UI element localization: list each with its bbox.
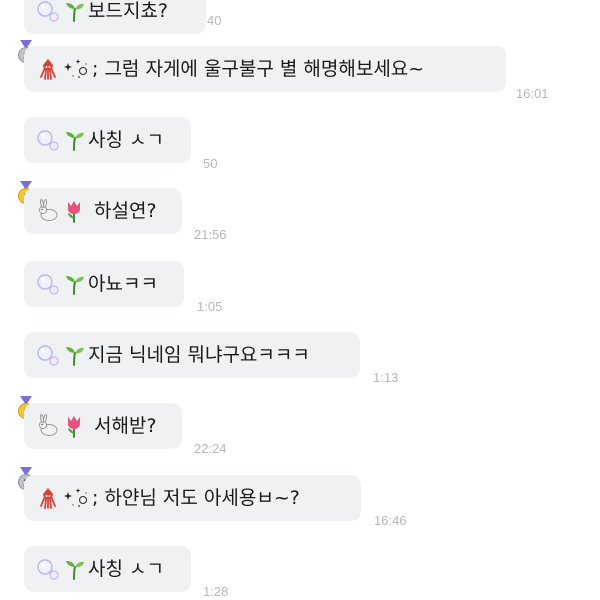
seedling-icon	[62, 0, 86, 23]
tulip-icon	[62, 199, 86, 223]
rabbit-icon	[36, 199, 60, 223]
message-bubble[interactable]: 보드지쵸?	[24, 0, 206, 34]
message-text: ; 하얀님 저도 아세용ㅂ~?	[92, 486, 300, 509]
bubbles-icon	[36, 128, 60, 152]
message-bubble[interactable]: 사칭 ㅅㄱ	[24, 117, 191, 163]
chat-log: 보드지쵸? 40 ; 그럼 자게에 울구불구 별 해명해보세요~ 16:01 사…	[0, 0, 600, 600]
message-bubble[interactable]: ; 그럼 자게에 울구불구 별 해명해보세요~	[24, 46, 506, 92]
message-text: 서해받?	[94, 414, 157, 437]
message-text: 사칭 ㅅㄱ	[88, 557, 164, 580]
message-timestamp: 22:24	[194, 441, 227, 456]
message-bubble[interactable]: 아뇨ㅋㅋ	[24, 261, 184, 307]
message-bubble[interactable]: 지금 닉네임 뭐냐구요ㅋㅋㅋ	[24, 332, 360, 378]
squid-icon	[36, 57, 60, 81]
message-bubble[interactable]: 하설연?	[24, 188, 182, 234]
message-timestamp: 1:05	[197, 299, 223, 314]
seedling-icon	[62, 128, 86, 152]
bubbles-icon	[36, 557, 60, 581]
sparkle-icon	[62, 57, 90, 81]
message-text: 아뇨ㅋㅋ	[88, 272, 158, 295]
tulip-icon	[62, 414, 86, 438]
message-timestamp: 1:13	[373, 370, 399, 385]
squid-icon	[36, 486, 60, 510]
seedling-icon	[62, 343, 86, 367]
message-text: 사칭 ㅅㄱ	[88, 128, 164, 151]
seedling-icon	[62, 272, 86, 296]
message-bubble[interactable]: ; 하얀님 저도 아세용ㅂ~?	[24, 475, 361, 521]
message-timestamp: 16:01	[516, 86, 549, 101]
message-timestamp: 1:28	[203, 584, 229, 599]
seedling-icon	[62, 557, 86, 581]
message-text: 하설연?	[94, 199, 157, 222]
message-bubble[interactable]: 서해받?	[24, 403, 182, 449]
message-text: ; 그럼 자게에 울구불구 별 해명해보세요~	[92, 57, 425, 80]
message-timestamp: 21:56	[194, 227, 227, 242]
bubbles-icon	[36, 343, 60, 367]
sparkle-icon	[62, 486, 90, 510]
bubbles-icon	[36, 0, 60, 23]
message-text: 지금 닉네임 뭐냐구요ㅋㅋㅋ	[88, 343, 310, 366]
message-timestamp: 16:46	[374, 513, 407, 528]
message-timestamp: 40	[207, 13, 222, 28]
rabbit-icon	[36, 414, 60, 438]
message-bubble[interactable]: 사칭 ㅅㄱ	[24, 546, 191, 592]
message-timestamp: 50	[203, 156, 218, 171]
message-text: 보드지쵸?	[88, 0, 169, 22]
bubbles-icon	[36, 272, 60, 296]
